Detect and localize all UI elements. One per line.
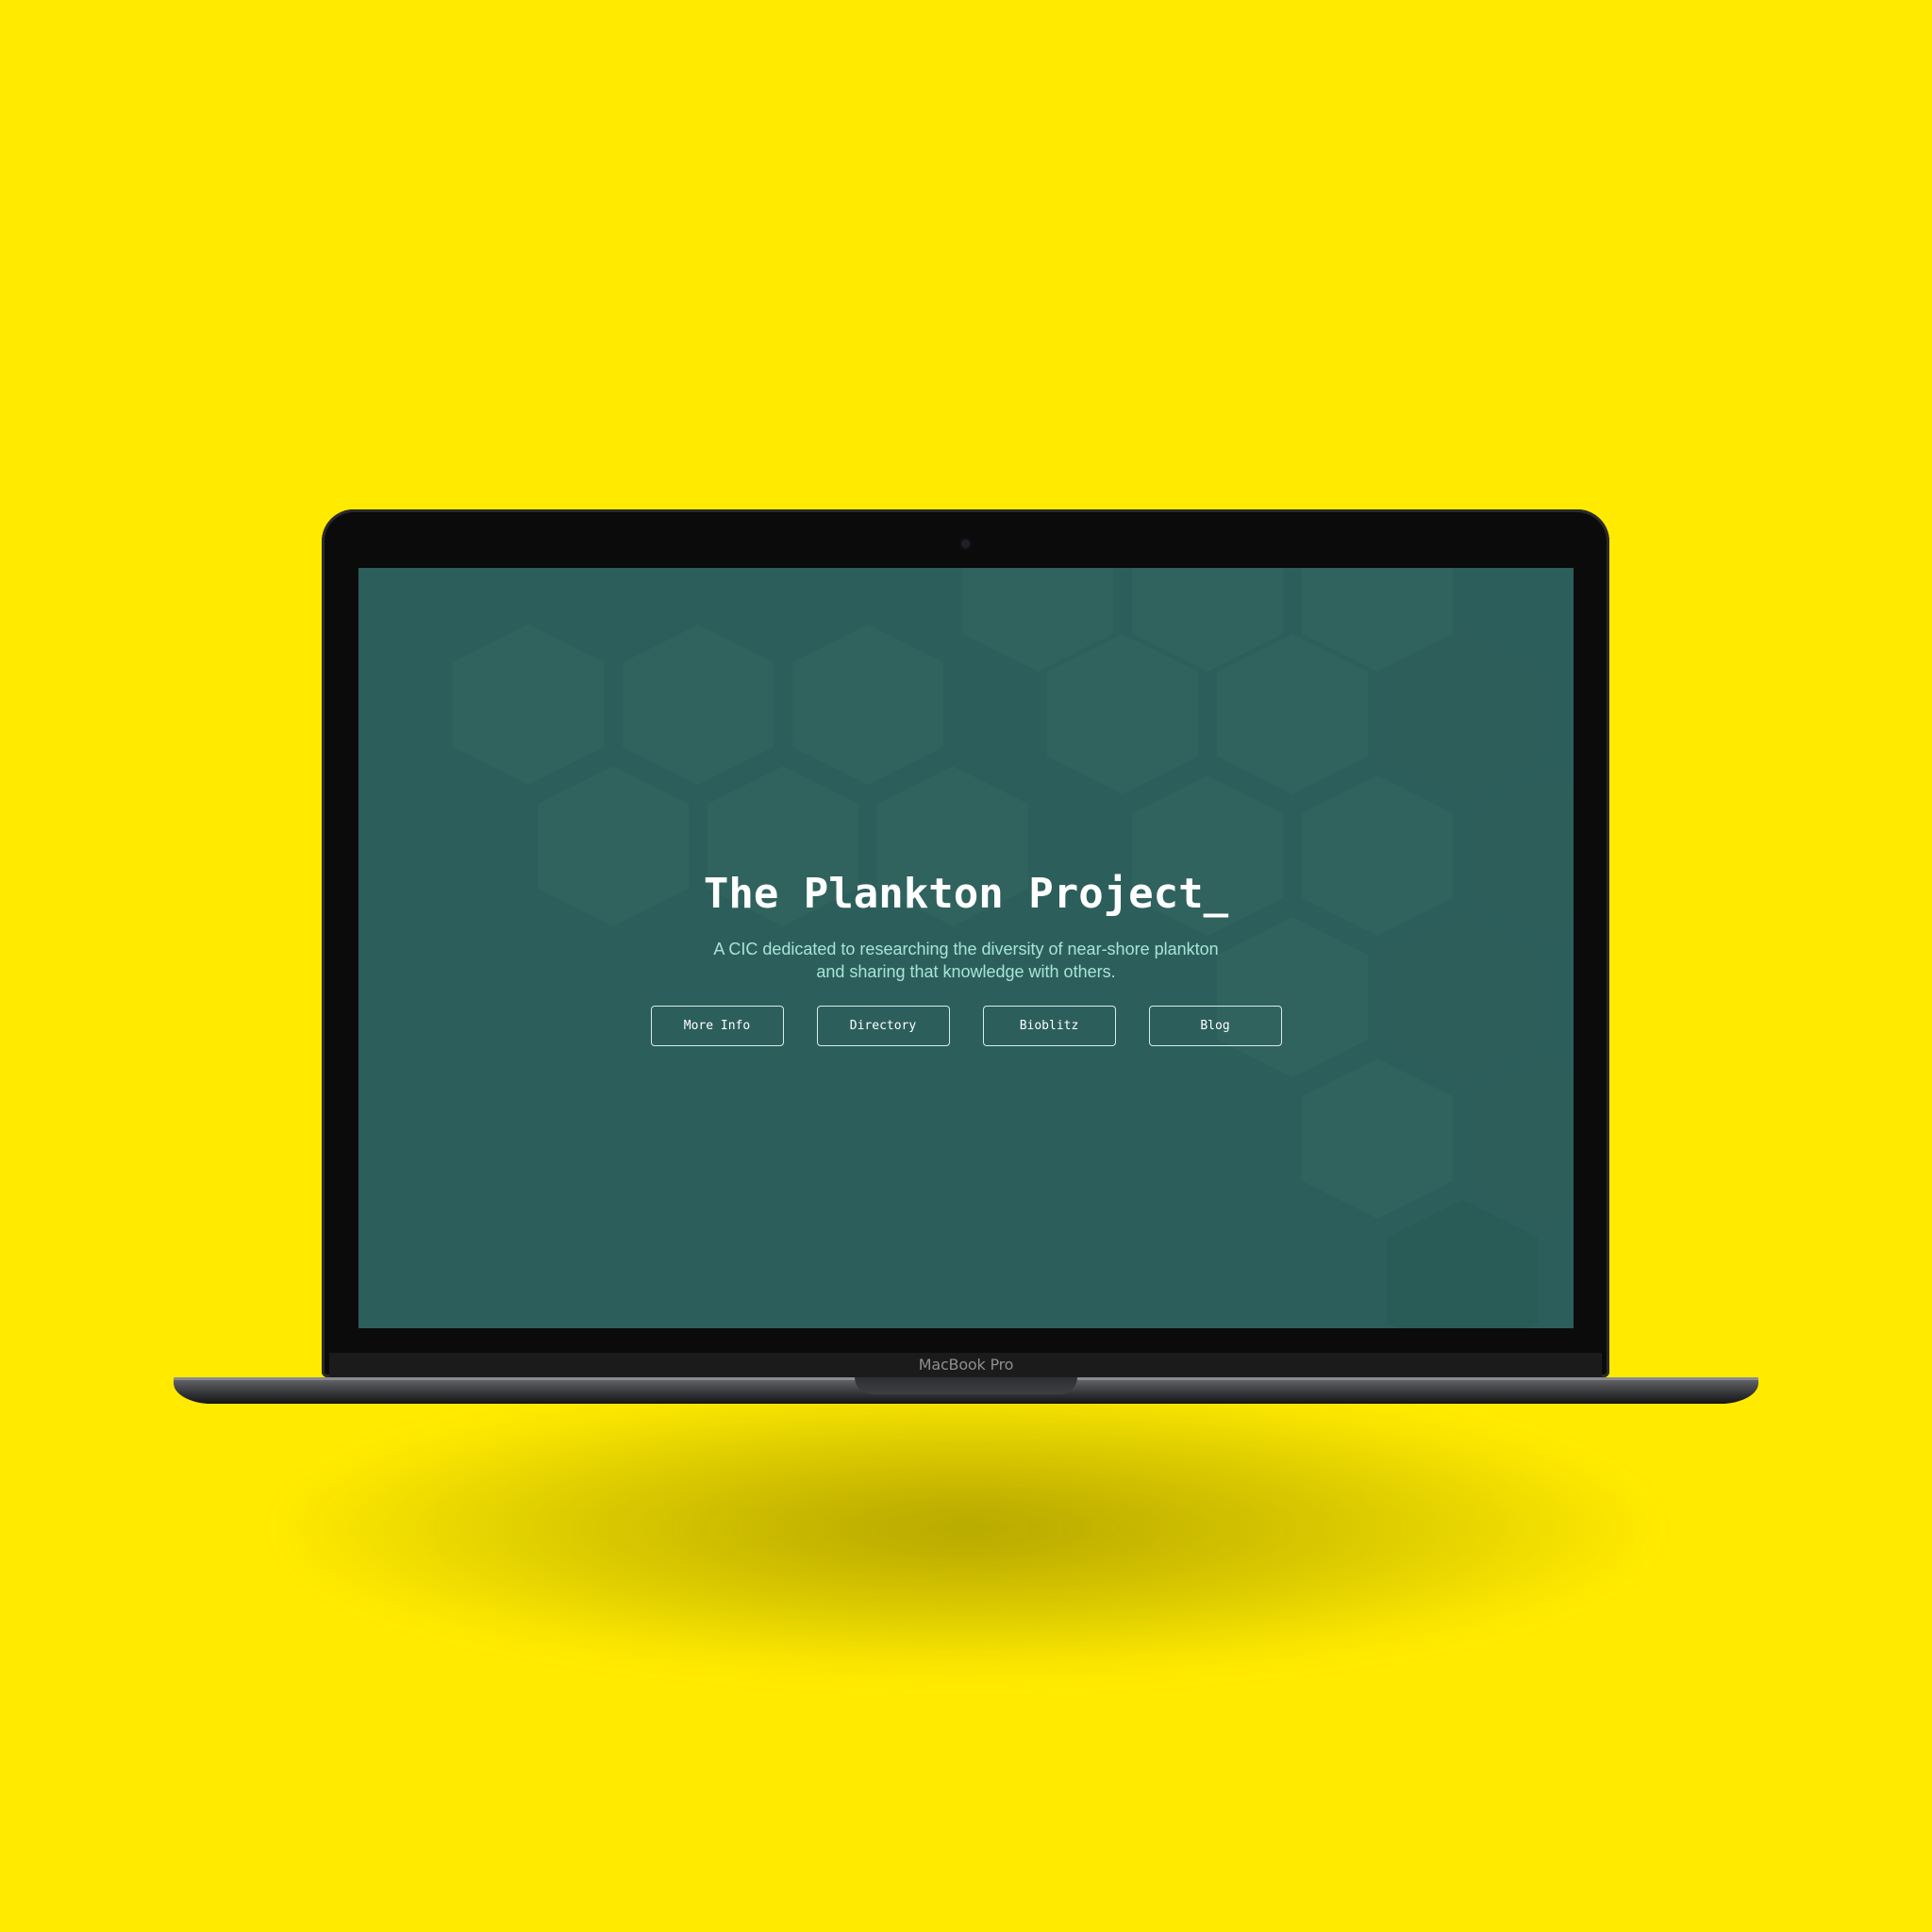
website-screen: The Plankton Project_ A CIC dedicated to… bbox=[358, 568, 1574, 1328]
laptop-brand-label: MacBook Pro bbox=[918, 1356, 1014, 1374]
laptop-opening-notch bbox=[855, 1377, 1077, 1394]
bioblitz-button[interactable]: Bioblitz bbox=[982, 1006, 1116, 1046]
more-info-button[interactable]: More Info bbox=[650, 1006, 784, 1046]
mockup-stage: The Plankton Project_ A CIC dedicated to… bbox=[0, 0, 1932, 1932]
subtitle-line-2: and sharing that knowledge with others. bbox=[816, 962, 1116, 981]
subtitle-line-1: A CIC dedicated to researching the diver… bbox=[713, 940, 1219, 958]
nav-buttons: More Info Directory Bioblitz Blog bbox=[358, 1006, 1574, 1046]
site-title: The Plankton Project_ bbox=[703, 870, 1229, 918]
directory-button[interactable]: Directory bbox=[816, 1006, 950, 1046]
hero-section: The Plankton Project_ A CIC dedicated to… bbox=[358, 868, 1574, 983]
laptop-shadow bbox=[283, 1387, 1651, 1670]
site-subtitle: A CIC dedicated to researching the diver… bbox=[664, 938, 1268, 983]
camera-icon bbox=[961, 540, 970, 548]
blog-button[interactable]: Blog bbox=[1148, 1006, 1282, 1046]
